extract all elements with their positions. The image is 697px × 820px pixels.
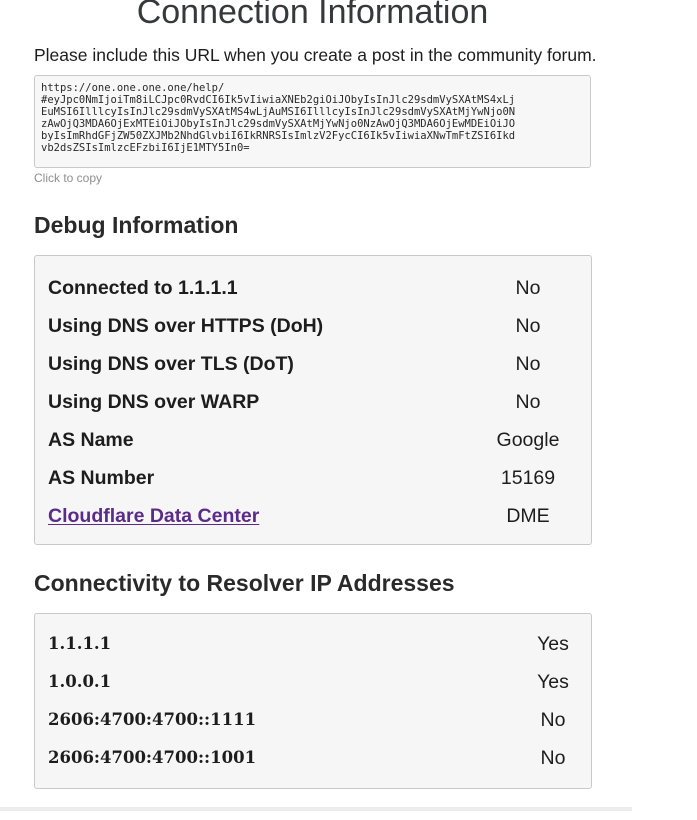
- intro-text: Please include this URL when you create …: [34, 45, 597, 65]
- debug-label: Cloudflare Data Center: [48, 501, 259, 531]
- resolver-ip: 1.0.0.1: [48, 672, 112, 691]
- debug-value: DME: [506, 505, 550, 527]
- debug-value: No: [515, 353, 541, 375]
- resolver-section-title: Connectivity to Resolver IP Addresses: [34, 570, 455, 596]
- resolver-row-ipv6-1001: 2606:4700:4700::1001 No: [48, 743, 591, 773]
- debug-value: 15169: [500, 467, 556, 489]
- debug-row-data-center: Cloudflare Data Center DME: [48, 501, 591, 531]
- debug-value: Google: [496, 429, 560, 451]
- resolver-row-1111: 1.1.1.1 Yes: [48, 629, 591, 659]
- debug-row-as-name: AS Name Google: [48, 425, 591, 455]
- click-to-copy-hint[interactable]: Click to copy: [34, 171, 102, 185]
- page: Connection Information Please include th…: [0, 0, 697, 820]
- debug-label: AS Name: [48, 429, 134, 451]
- resolver-status: Yes: [537, 671, 569, 693]
- debug-value: No: [515, 391, 541, 413]
- debug-row-connected: Connected to 1.1.1.1 No: [48, 273, 591, 303]
- resolver-ip: 1.1.1.1: [48, 634, 112, 653]
- resolver-status: No: [540, 747, 566, 769]
- debug-label: Using DNS over HTTPS (DoH): [48, 315, 324, 337]
- resolver-ip: 2606:4700:4700::1111: [48, 710, 257, 729]
- debug-row-warp: Using DNS over WARP No: [48, 387, 591, 417]
- debug-label: Using DNS over TLS (DoT): [48, 353, 294, 375]
- resolver-status: Yes: [537, 633, 569, 655]
- help-url-box[interactable]: https://one.one.one.one/help/ #eyJpc0NmI…: [34, 75, 591, 168]
- resolver-row-1001: 1.0.0.1 Yes: [48, 667, 591, 697]
- debug-value: No: [515, 315, 541, 337]
- resolver-status: No: [540, 709, 566, 731]
- debug-label: Connected to 1.1.1.1: [48, 277, 238, 299]
- debug-value: No: [515, 277, 541, 299]
- debug-panel: Connected to 1.1.1.1 No Using DNS over H…: [34, 255, 592, 545]
- page-title: Connection Information: [136, 0, 489, 31]
- debug-label: AS Number: [48, 467, 155, 489]
- resolver-ip: 2606:4700:4700::1001: [48, 748, 257, 767]
- debug-row-doh: Using DNS over HTTPS (DoH) No: [48, 311, 591, 341]
- resolver-panel: 1.1.1.1 Yes 1.0.0.1 Yes 2606:4700:4700::…: [34, 613, 592, 789]
- debug-row-as-number: AS Number 15169: [48, 463, 591, 493]
- debug-section-title: Debug Information: [34, 212, 239, 238]
- page-bottom-divider: [0, 807, 632, 811]
- debug-row-dot: Using DNS over TLS (DoT) No: [48, 349, 591, 379]
- resolver-row-ipv6-1111: 2606:4700:4700::1111 No: [48, 705, 591, 735]
- cloudflare-data-center-link[interactable]: Cloudflare Data Center: [48, 505, 259, 527]
- debug-label: Using DNS over WARP: [48, 391, 260, 413]
